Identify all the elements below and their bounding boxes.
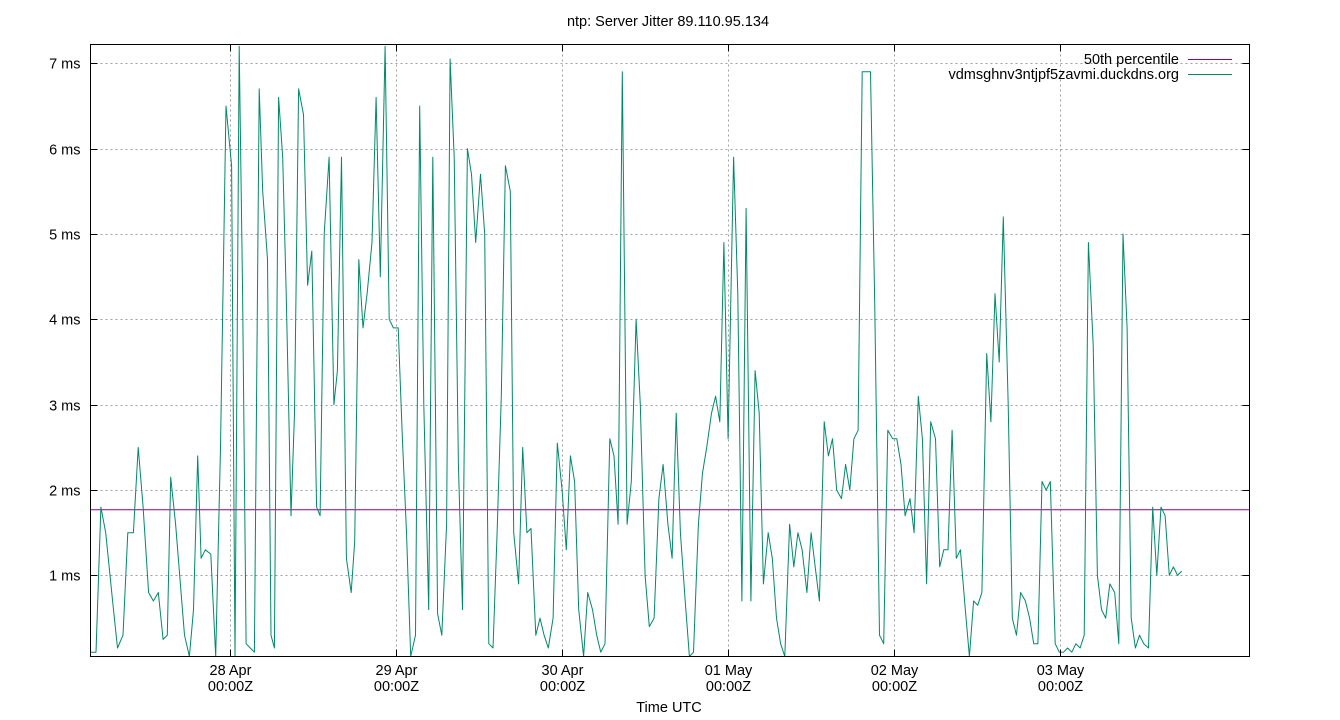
y-tick-label: 4 ms [49, 313, 80, 329]
legend-label: 50th percentile [1084, 52, 1179, 68]
y-tick-label: 3 ms [49, 399, 80, 415]
x-tick-label-date: 30 Apr [542, 663, 584, 679]
x-tick-label-date: 03 May [1037, 663, 1085, 679]
y-tick-label: 6 ms [49, 143, 80, 159]
x-tick-label-time: 00:00Z [540, 679, 585, 695]
x-tick-label-date: 02 May [871, 663, 919, 679]
grid [90, 44, 1250, 657]
series-line-jitter [90, 45, 1183, 657]
x-tick-label-time: 00:00Z [208, 679, 253, 695]
x-tick-label-time: 00:00Z [1038, 679, 1083, 695]
chart-title: ntp: Server Jitter 89.110.95.134 [567, 14, 769, 30]
x-tick-label-time: 00:00Z [706, 679, 751, 695]
legend: 50th percentilevdmsghnv3ntjpf5zavmi.duck… [948, 52, 1232, 83]
y-tick-label: 2 ms [49, 484, 80, 500]
x-tick-label-date: 28 Apr [210, 663, 252, 679]
x-axis-label: Time UTC [636, 700, 702, 716]
legend-label: vdmsghnv3ntjpf5zavmi.duckdns.org [948, 67, 1179, 83]
plot-frame [90, 44, 1250, 657]
x-tick-label-date: 01 May [705, 663, 753, 679]
x-tick-label-time: 00:00Z [872, 679, 917, 695]
y-tick-label: 1 ms [49, 569, 80, 585]
chart: ntp: Server Jitter 89.110.95.134 1 ms 2 m… [49, 14, 1250, 716]
x-tick-label-time: 00:00Z [374, 679, 419, 695]
plot-area [90, 45, 1250, 657]
x-tick-label-date: 29 Apr [376, 663, 418, 679]
y-tick-label: 7 ms [49, 57, 80, 73]
y-tick-label: 5 ms [49, 228, 80, 244]
